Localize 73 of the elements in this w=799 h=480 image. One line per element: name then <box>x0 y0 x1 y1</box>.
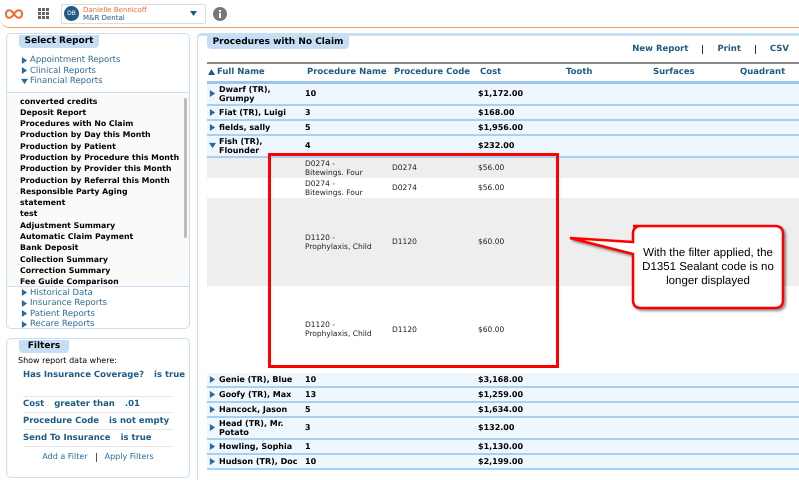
procedure-count: 10 <box>304 374 318 384</box>
patient-name: Fiat (TR), Luigi <box>219 108 287 117</box>
filter-field[interactable]: Cost <box>23 398 44 411</box>
filter-operator[interactable]: is true <box>154 369 186 382</box>
procedure-count: 4 <box>304 141 312 150</box>
filter-field[interactable]: Procedure Code <box>23 414 100 428</box>
patient-name: Hudson (TR), Doc <box>219 456 298 466</box>
filter-operator[interactable]: greater than <box>54 398 115 411</box>
panel-title: Filters <box>19 340 69 353</box>
column-header[interactable]: Quadrant <box>740 66 786 79</box>
info-icon[interactable] <box>213 6 227 20</box>
report-action-link[interactable]: New Report <box>632 43 688 56</box>
column-header[interactable]: Surfaces <box>653 66 695 79</box>
report-action-link[interactable]: CSV <box>770 43 789 56</box>
report-group-link[interactable]: Insurance Reports <box>30 298 108 308</box>
total-cost: $168.00 <box>477 108 516 117</box>
report-group-link[interactable]: Appointment Reports <box>30 55 120 66</box>
report-group-link[interactable]: Financial Reports <box>30 76 103 86</box>
column-header[interactable]: Cost <box>480 66 502 79</box>
patient-name: fields, sally <box>219 122 272 132</box>
filter-value[interactable]: .01 <box>124 398 140 411</box>
filter-field[interactable]: Has Insurance Coverage? <box>23 369 144 382</box>
procedure-count: 10 <box>304 456 318 466</box>
total-cost: $3,168.00 <box>477 374 524 384</box>
patient-name: Hancock, Jason <box>219 404 288 414</box>
total-cost: $1,259.00 <box>477 390 524 399</box>
report-group-link[interactable]: Patient Reports <box>30 308 95 319</box>
total-cost: $232.00 <box>477 141 516 150</box>
total-cost: $1,130.00 <box>477 442 524 451</box>
apply-filters-link[interactable]: Apply Filters <box>104 451 154 463</box>
total-cost: $1,634.00 <box>477 404 524 414</box>
expanded-icon[interactable] <box>209 142 216 150</box>
filter-field[interactable]: Send To Insurance <box>23 432 111 444</box>
expanded-icon[interactable] <box>21 78 28 85</box>
patient-name: Goofy (TR), Max <box>219 390 292 399</box>
patient-name: Head (TR), Mr. Potato <box>219 418 285 437</box>
column-header[interactable]: Procedure Code <box>394 66 470 79</box>
total-cost: $1,956.00 <box>477 122 524 132</box>
total-cost: $132.00 <box>477 423 516 432</box>
filter-operator[interactable]: is true <box>120 432 152 444</box>
filter-intro: Show report data where: <box>18 355 118 367</box>
panel-title: Select Report <box>19 35 99 48</box>
app-grid-icon[interactable] <box>38 8 49 19</box>
procedure-count: 1 <box>304 442 312 451</box>
report-group-link[interactable]: Recare Reports <box>30 319 94 330</box>
filter-operator[interactable]: is not empty <box>109 414 170 428</box>
patient-name: Fish (TR), Flounder <box>219 136 264 155</box>
column-header[interactable]: Full Name <box>217 66 265 79</box>
procedure-count: 3 <box>304 108 312 117</box>
procedure-count: 5 <box>304 404 312 414</box>
collapsed-icon[interactable] <box>209 90 216 98</box>
procedure-count: 3 <box>304 423 312 432</box>
patient-name: Howling, Sophia <box>219 442 294 451</box>
sort-ascending-icon[interactable] <box>208 69 215 76</box>
procedure-count: 13 <box>304 390 318 399</box>
report-group-link[interactable]: Clinical Reports <box>30 66 96 76</box>
total-cost: $1,172.00 <box>477 89 524 98</box>
callout-text: With the filter applied, the D1351 Sealant code is no longer displayed <box>641 246 775 288</box>
patient-name: Dwarf (TR), Grumpy <box>219 84 272 103</box>
column-header[interactable]: Procedure Name <box>307 66 387 79</box>
caret-icon <box>190 11 197 16</box>
add-filter-link[interactable]: Add a Filter <box>42 451 88 463</box>
column-header[interactable]: Tooth <box>566 66 592 79</box>
scrollbar[interactable] <box>184 98 187 238</box>
patient-name: Genie (TR), Blue <box>219 374 294 384</box>
collapsed-icon[interactable] <box>209 424 216 432</box>
logo-icon[interactable] <box>4 6 24 20</box>
total-cost: $2,199.00 <box>477 456 524 466</box>
report-group-link[interactable]: Historical Data <box>30 288 93 298</box>
panel-title: Procedures with No Claim <box>207 36 349 49</box>
procedure-count: 5 <box>304 122 312 132</box>
procedure-count: 10 <box>304 89 318 98</box>
report-action-link[interactable]: Print <box>717 43 741 56</box>
